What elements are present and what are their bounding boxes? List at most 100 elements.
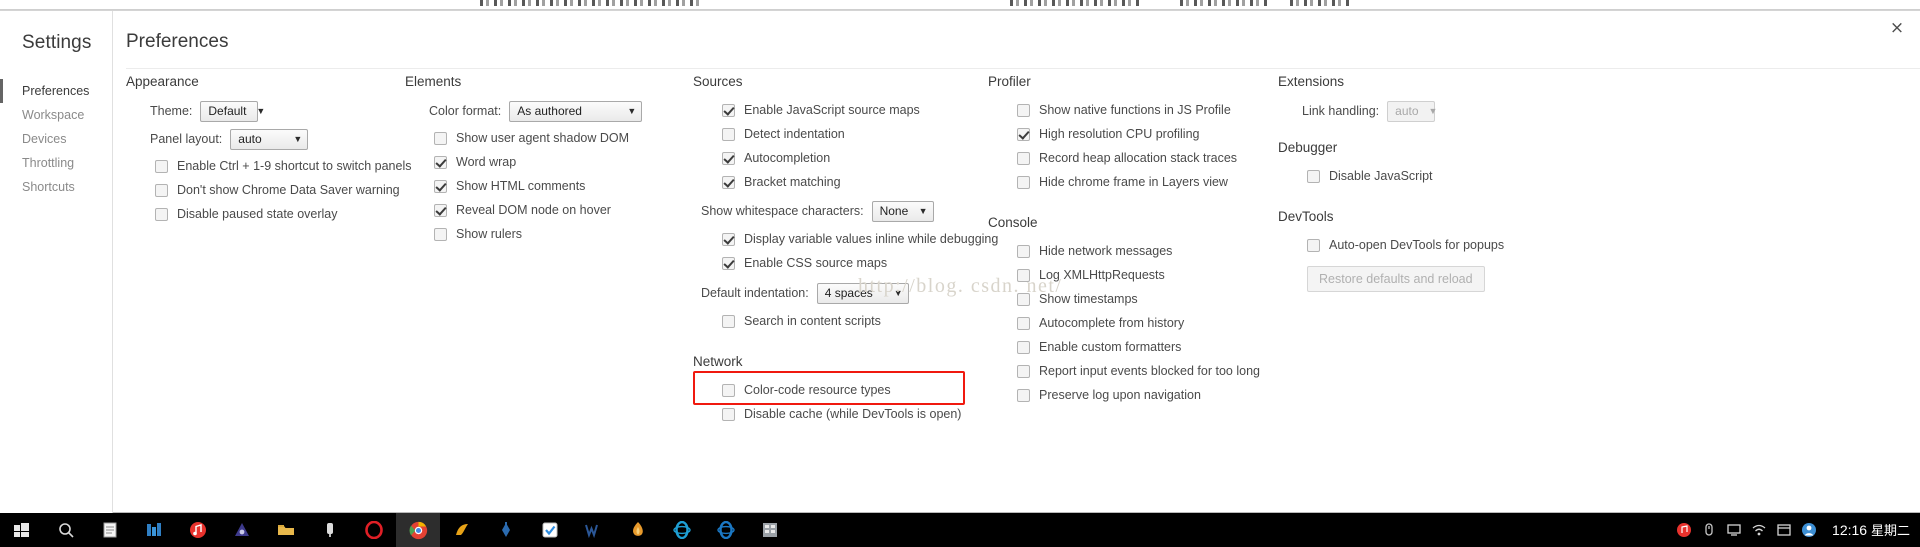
fire-icon[interactable]	[616, 513, 660, 547]
sidebar-item-preferences[interactable]: Preferences	[0, 79, 113, 103]
checkbox-show-html-comments[interactable]	[434, 179, 447, 193]
checkbox-disable-javascript[interactable]	[1307, 169, 1320, 183]
folder-icon[interactable]	[264, 513, 308, 547]
checkbox-row-disable-javascript[interactable]: Disable JavaScript	[1307, 164, 1578, 188]
checkbox-row-show-user-agent-shadow-dom[interactable]: Show user agent shadow DOM	[434, 126, 695, 150]
theme-select[interactable]: Default ▼	[200, 100, 265, 122]
checkbox-row-enable-css-source-maps[interactable]: Enable CSS source maps	[722, 251, 985, 275]
checkbox-log-xmlhttprequests[interactable]	[1017, 268, 1030, 282]
checkbox-report-input-events-blocked[interactable]	[1017, 364, 1030, 378]
checkbox-row-color-code-resource-types[interactable]: Color-code resource types	[722, 378, 985, 402]
checkbox-row-word-wrap[interactable]: Word wrap	[434, 150, 695, 174]
checkbox-row-disable-cache[interactable]: Disable cache (while DevTools is open)	[722, 402, 985, 426]
check-icon[interactable]	[528, 513, 572, 547]
edge-icon[interactable]	[704, 513, 748, 547]
checkbox-row-show-rulers[interactable]: Show rulers	[434, 222, 695, 246]
checkbox-search-in-content-scripts[interactable]	[722, 314, 735, 328]
checkbox-show-user-agent-shadow-dom[interactable]	[434, 131, 447, 145]
checkbox-row-show-native-functions[interactable]: Show native functions in JS Profile	[1017, 98, 1278, 122]
sidebar-item-shortcuts[interactable]: Shortcuts	[0, 175, 113, 199]
checkbox-autocomplete-from-history[interactable]	[1017, 316, 1030, 330]
checkbox-color-code-resource-types[interactable]	[722, 383, 735, 397]
monitor-tray-icon[interactable]	[1726, 522, 1742, 538]
restore-defaults-button[interactable]: Restore defaults and reload	[1307, 266, 1485, 292]
checkbox-row-record-heap-allocation[interactable]: Record heap allocation stack traces	[1017, 146, 1278, 170]
taskbar-clock[interactable]: 12:16 星期二	[1826, 523, 1910, 537]
checkbox-row-log-xmlhttprequests[interactable]: Log XMLHttpRequests	[1017, 263, 1278, 287]
checkbox-high-resolution-cpu-profiling[interactable]	[1017, 127, 1030, 141]
checkbox-enable-ctrl-shortcut[interactable]	[155, 159, 168, 173]
checkbox-row-hide-data-saver-warning[interactable]: Don't show Chrome Data Saver warning	[155, 178, 406, 202]
checkbox-show-rulers[interactable]	[434, 227, 447, 241]
checkbox-row-detect-indentation[interactable]: Detect indentation	[722, 122, 985, 146]
sidebar-item-workspace[interactable]: Workspace	[0, 103, 113, 127]
checkbox-show-native-functions[interactable]	[1017, 103, 1030, 117]
checkbox-record-heap-allocation[interactable]	[1017, 151, 1030, 165]
tasks-icon[interactable]	[132, 513, 176, 547]
opera-icon[interactable]	[352, 513, 396, 547]
checkbox-row-show-html-comments[interactable]: Show HTML comments	[434, 174, 695, 198]
checkbox-row-search-in-content-scripts[interactable]: Search in content scripts	[722, 309, 985, 333]
word-icon[interactable]	[572, 513, 616, 547]
user-tray-icon[interactable]	[1801, 522, 1817, 538]
checkbox-row-display-variable-values-inline[interactable]: Display variable values inline while deb…	[722, 227, 998, 251]
checkbox-row-enable-js-source-maps[interactable]: Enable JavaScript source maps	[722, 98, 985, 122]
editor-icon[interactable]	[484, 513, 528, 547]
flash-icon[interactable]	[440, 513, 484, 547]
start-windows-icon[interactable]	[0, 513, 44, 547]
checkbox-detect-indentation[interactable]	[722, 127, 735, 141]
color-format-field-row: Color format: As authored ▼	[429, 98, 695, 124]
checkbox-auto-open-devtools-popups[interactable]	[1307, 238, 1320, 252]
checkbox-row-disable-paused-overlay[interactable]: Disable paused state overlay	[155, 202, 406, 226]
checkbox-row-auto-open-devtools-popups[interactable]: Auto-open DevTools for popups	[1307, 233, 1578, 257]
checkbox-enable-js-source-maps[interactable]	[722, 103, 735, 117]
checkbox-show-timestamps[interactable]	[1017, 292, 1030, 306]
checkbox-hide-network-messages[interactable]	[1017, 244, 1030, 258]
checkbox-bracket-matching[interactable]	[722, 175, 735, 189]
terminal-icon[interactable]	[308, 513, 352, 547]
mouse-tray-icon[interactable]	[1701, 522, 1717, 538]
checkbox-row-show-timestamps[interactable]: Show timestamps	[1017, 287, 1278, 311]
checkbox-word-wrap[interactable]	[434, 155, 447, 169]
window-tray-icon[interactable]	[1776, 522, 1792, 538]
checkbox-row-reveal-dom-node-on-hover[interactable]: Reveal DOM node on hover	[434, 198, 695, 222]
checkbox-row-enable-ctrl-shortcut[interactable]: Enable Ctrl + 1-9 shortcut to switch pan…	[155, 154, 412, 178]
checkbox-hide-chrome-frame-layers[interactable]	[1017, 175, 1030, 189]
checkbox-display-variable-values-inline[interactable]	[722, 232, 735, 246]
music-tray-icon[interactable]	[1676, 522, 1692, 538]
search-icon[interactable]	[44, 513, 88, 547]
link-handling-select[interactable]: auto ▼	[1387, 100, 1437, 122]
checkbox-row-autocompletion[interactable]: Autocompletion	[722, 146, 985, 170]
checkbox-row-autocomplete-from-history[interactable]: Autocomplete from history	[1017, 311, 1278, 335]
checkbox-row-preserve-log-upon-navigation[interactable]: Preserve log upon navigation	[1017, 383, 1278, 407]
default-indentation-select[interactable]: 4 spaces ▼	[816, 282, 909, 304]
checkbox-reveal-dom-node-on-hover[interactable]	[434, 203, 447, 217]
terminal-icon	[327, 523, 333, 537]
windows-taskbar[interactable]: 12:16 星期二	[0, 513, 1920, 547]
checkbox-row-bracket-matching[interactable]: Bracket matching	[722, 170, 985, 194]
checkbox-disable-cache[interactable]	[722, 407, 735, 421]
checkbox-enable-css-source-maps[interactable]	[722, 256, 735, 270]
checkbox-row-hide-network-messages[interactable]: Hide network messages	[1017, 239, 1278, 263]
checkbox-row-hide-chrome-frame-layers[interactable]: Hide chrome frame in Layers view	[1017, 170, 1278, 194]
color-format-select[interactable]: As authored ▼	[509, 100, 643, 122]
network-tray-icon[interactable]	[1751, 522, 1767, 538]
checkbox-row-report-input-events-blocked[interactable]: Report input events blocked for too long	[1017, 359, 1278, 383]
checkbox-enable-custom-formatters[interactable]	[1017, 340, 1030, 354]
calc-icon[interactable]	[748, 513, 792, 547]
music-icon[interactable]	[176, 513, 220, 547]
notes-icon[interactable]	[88, 513, 132, 547]
checkbox-disable-paused-overlay[interactable]	[155, 207, 168, 221]
chrome-icon[interactable]	[396, 513, 440, 547]
ie-icon[interactable]	[660, 513, 704, 547]
panel-layout-select[interactable]: auto ▼	[230, 128, 309, 150]
checkbox-preserve-log-upon-navigation[interactable]	[1017, 388, 1030, 402]
checkbox-hide-data-saver-warning[interactable]	[155, 183, 168, 197]
checkbox-row-enable-custom-formatters[interactable]: Enable custom formatters	[1017, 335, 1278, 359]
browser-icon[interactable]	[220, 513, 264, 547]
checkbox-row-high-resolution-cpu-profiling[interactable]: High resolution CPU profiling	[1017, 122, 1278, 146]
sidebar-item-devices[interactable]: Devices	[0, 127, 113, 151]
checkbox-autocompletion[interactable]	[722, 151, 735, 165]
whitespace-select[interactable]: None ▼	[871, 200, 934, 222]
sidebar-item-throttling[interactable]: Throttling	[0, 151, 113, 175]
